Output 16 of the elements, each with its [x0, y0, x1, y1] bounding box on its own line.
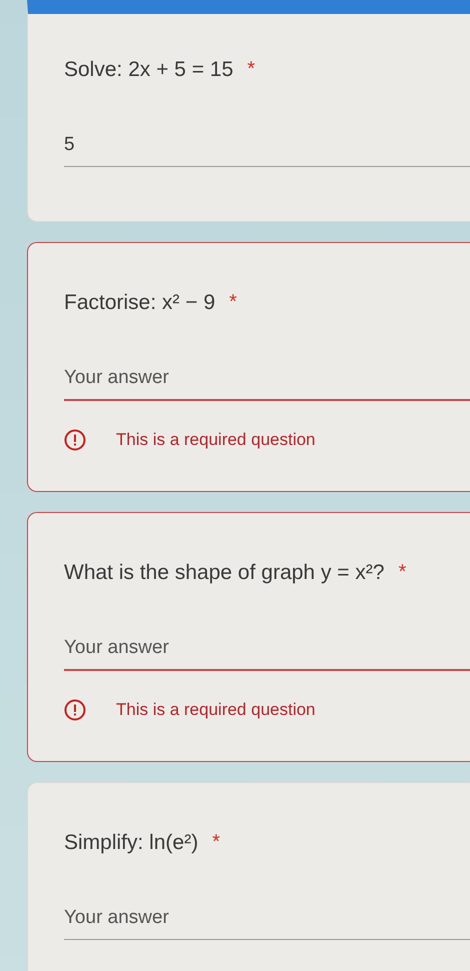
- answer-field[interactable]: 5: [64, 134, 470, 167]
- question-text: Factorise: x² − 9: [64, 291, 216, 315]
- required-asterisk: *: [229, 291, 237, 314]
- question-text: Simplify: ln(e²): [64, 831, 198, 855]
- answer-field[interactable]: Your answer: [64, 637, 470, 671]
- required-asterisk: *: [247, 58, 256, 81]
- error-message: This is a required question: [116, 700, 316, 720]
- error-icon: [64, 699, 86, 721]
- required-asterisk: *: [398, 561, 406, 584]
- error-icon: [64, 429, 86, 451]
- answer-field[interactable]: Your answer: [64, 367, 470, 401]
- question-text: Solve: 2x + 5 = 15: [64, 58, 234, 82]
- required-asterisk: *: [212, 831, 220, 854]
- answer-field[interactable]: Your answer: [64, 907, 470, 940]
- question-text: What is the shape of graph y = x²?: [64, 561, 384, 585]
- error-message: This is a required question: [116, 430, 316, 450]
